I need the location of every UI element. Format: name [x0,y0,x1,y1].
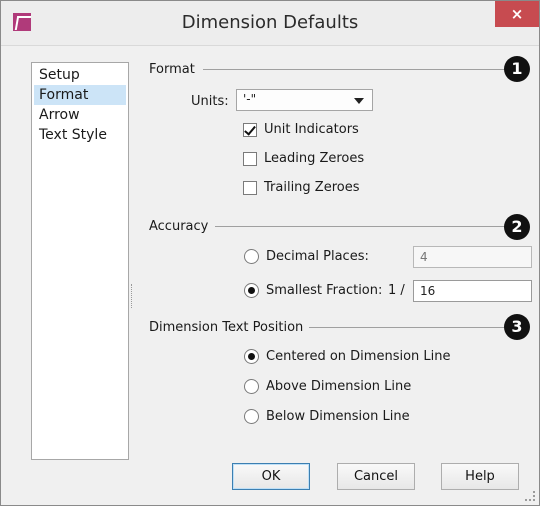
smallest-fraction-label: Smallest Fraction: [266,283,383,298]
smallest-fraction-radio[interactable] [244,283,259,298]
cancel-button[interactable]: Cancel [337,463,415,490]
format-section-title: Format [149,62,195,77]
nav-item-text-style[interactable]: Text Style [34,125,126,145]
window-title: Dimension Defaults [181,12,359,33]
centered-label: Centered on Dimension Line [266,349,451,364]
below-radio[interactable] [244,409,259,424]
leading-zeroes-checkbox[interactable] [243,152,257,166]
trailing-zeroes-checkbox[interactable] [243,181,257,195]
format-divider [203,69,505,70]
callout-badge-3: 3 [504,314,530,340]
decimal-places-radio[interactable] [244,249,259,264]
splitter-handle[interactable] [131,284,134,308]
close-button[interactable]: × [495,1,539,27]
units-dropdown[interactable]: '-" [236,89,373,111]
nav-item-setup[interactable]: Setup [34,65,126,85]
centered-radio[interactable] [244,349,259,364]
radio-selected-dot [248,287,255,294]
nav-item-format[interactable]: Format [34,85,126,105]
nav-item-arrow[interactable]: Arrow [34,105,126,125]
text-position-divider [309,327,505,328]
decimal-places-input[interactable]: 4 [413,246,532,268]
accuracy-section-title: Accuracy [149,219,209,234]
leading-zeroes-label: Leading Zeroes [264,151,365,166]
ok-button[interactable]: OK [232,463,310,490]
dimension-defaults-dialog: Dimension Defaults × Setup Format Arrow … [0,0,540,506]
below-label: Below Dimension Line [266,409,410,424]
checkmark-icon [244,123,256,136]
unit-indicators-checkbox[interactable] [243,123,257,137]
callout-badge-2: 2 [504,214,530,240]
accuracy-divider [215,226,505,227]
above-radio[interactable] [244,379,259,394]
units-label: Units: [191,94,229,109]
decimal-places-label: Decimal Places: [266,249,369,264]
trailing-zeroes-label: Trailing Zeroes [264,180,360,195]
chevron-down-icon [354,98,364,104]
radio-selected-dot [248,353,255,360]
title-bar[interactable]: Dimension Defaults × [1,1,539,46]
callout-badge-1: 1 [504,56,530,82]
units-value: '-" [243,92,257,106]
help-button[interactable]: Help [441,463,519,490]
text-position-section-title: Dimension Text Position [149,320,304,335]
unit-indicators-label: Unit Indicators [264,122,359,137]
resize-grip-icon[interactable] [525,491,535,501]
category-list: Setup Format Arrow Text Style [31,62,129,460]
smallest-fraction-input[interactable]: 16 [413,280,532,302]
fraction-prefix: 1 / [388,283,405,298]
above-label: Above Dimension Line [266,379,412,394]
